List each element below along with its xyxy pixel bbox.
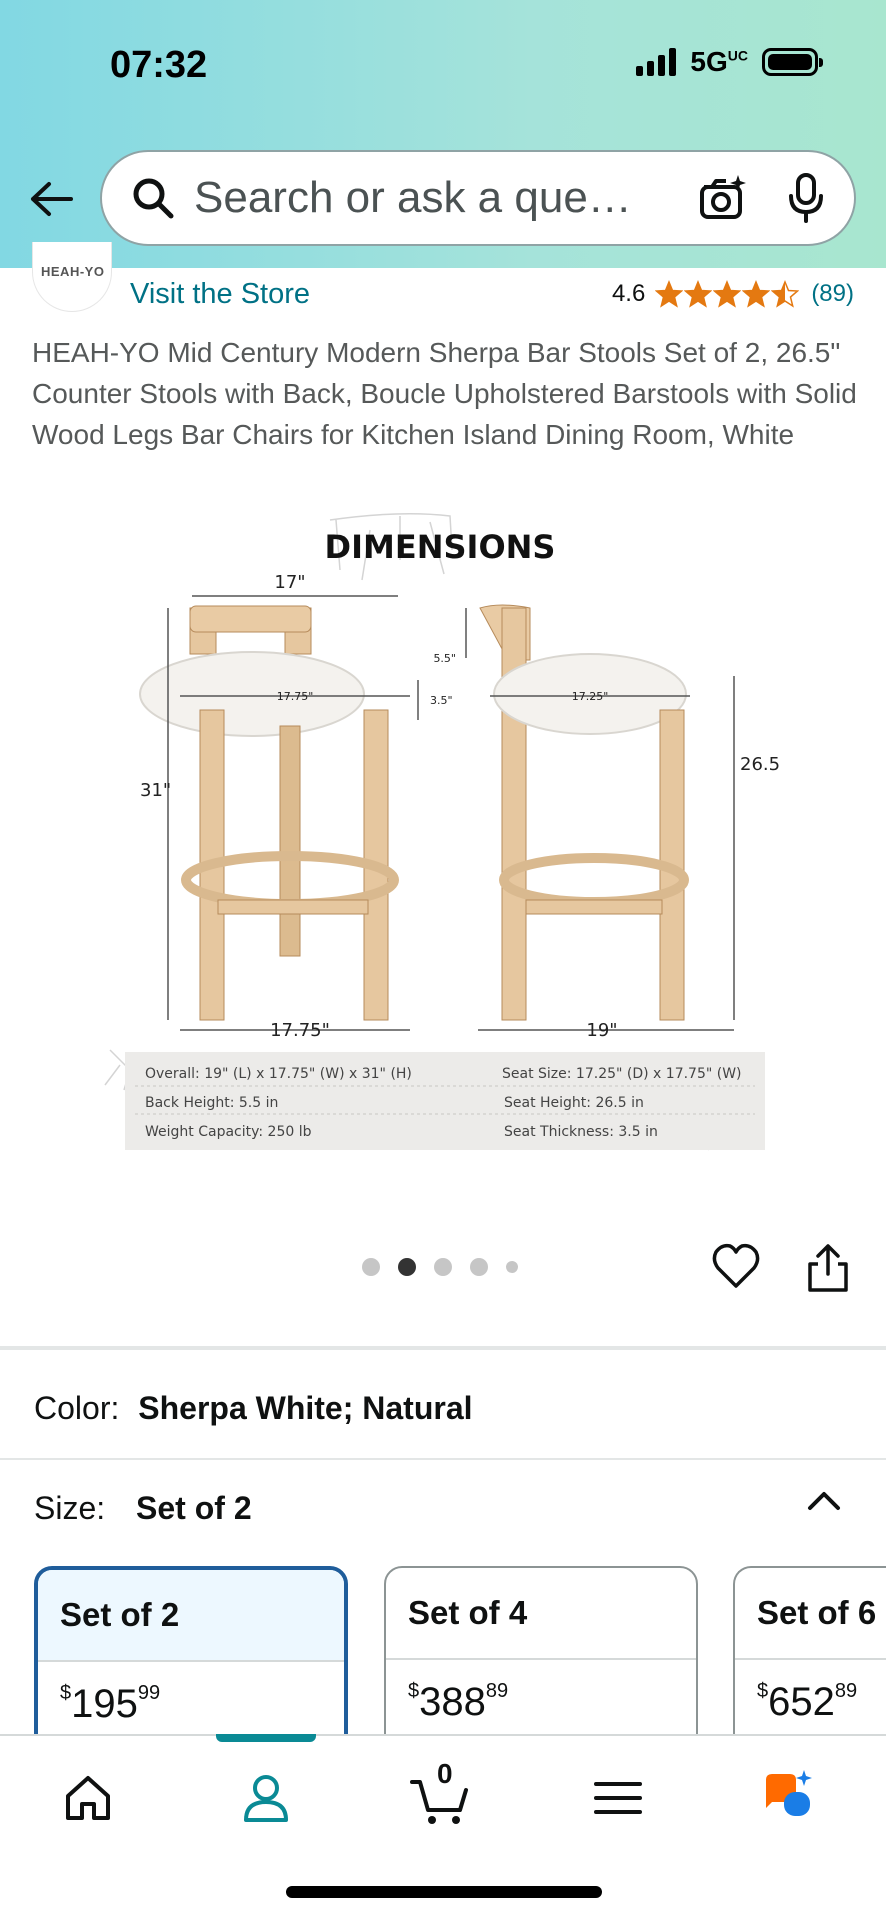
chevron-up-icon[interactable] [806,1486,842,1516]
menu-icon[interactable] [588,1768,648,1828]
carousel-dot[interactable] [506,1261,518,1273]
star-full-icon [655,280,684,308]
microphone-icon[interactable] [786,172,826,224]
star-half-icon [771,280,800,308]
store-logo-text: HEAH-YO [41,264,105,279]
signal-icon [636,48,677,76]
rating-value: 4.6 [611,280,646,307]
product-title: HEAH-YO Mid Century Modern Sherpa Bar St… [32,337,857,450]
home-icon[interactable] [58,1768,118,1828]
status-indicators: 5GUC [636,46,823,78]
profile-icon[interactable] [236,1768,296,1828]
size-option-label: Set of 4 [386,1568,696,1660]
product-image[interactable]: DIMENSIONS 17" 17.75" 3.5" 31" 17.75" 5.… [100,510,780,1170]
battery-icon [762,48,823,76]
size-value: Set of 2 [136,1490,252,1526]
dimensions-heading: DIMENSIONS [325,528,556,566]
side-base-width-label: 19" [586,1020,617,1041]
cart-count-badge: 0 [437,1758,453,1789]
heart-icon[interactable] [710,1240,762,1292]
size-label: Size: [34,1490,106,1526]
spec-seat-size: Seat Size: 17.25" (D) x 17.75" (W) [502,1066,742,1082]
rating-stars [655,280,800,308]
spec-overall: Overall: 19" (L) x 17.75" (W) x 31" (H) [145,1066,412,1082]
section-divider [0,1458,886,1460]
back-button[interactable] [26,174,76,224]
carousel-dots[interactable] [362,1258,518,1276]
side-seat-height-label: 26.5" [740,754,780,775]
front-stool-drawing [139,605,399,1021]
color-value: Sherpa White; Natural [138,1390,473,1426]
top-header: 07:32 5GUC Search or ask a que… [0,0,886,268]
arrow-left-icon [31,182,73,216]
search-input[interactable]: Search or ask a que… [194,173,678,223]
carousel-dot[interactable] [434,1258,452,1276]
color-label: Color: [34,1390,120,1426]
star-full-icon [684,280,713,308]
spec-weight-capacity: Weight Capacity: 250 lb [145,1124,312,1140]
network-label: 5GUC [690,46,748,77]
store-logo[interactable]: HEAH-YO [32,242,112,312]
size-option-price: $19599 [60,1682,161,1726]
size-option-price: $38889 [408,1680,509,1724]
star-full-icon [742,280,771,308]
front-seat-width-label: 17.75" [277,690,314,703]
camera-search-icon[interactable] [698,173,748,223]
share-icon[interactable] [802,1242,854,1294]
side-stool-drawing [479,604,689,1021]
home-indicator[interactable] [286,1886,602,1898]
color-selector: Color: Sherpa White; Natural [34,1390,473,1427]
star-full-icon [713,280,742,308]
spec-seat-thickness: Seat Thickness: 3.5 in [504,1124,658,1140]
carousel-dot-active[interactable] [398,1258,416,1276]
spec-seat-height: Seat Height: 26.5 in [504,1095,644,1111]
size-selector[interactable]: Size: Set of 2 [34,1490,252,1527]
front-height-label: 31" [140,780,171,801]
size-option-label: Set of 6 [735,1568,886,1660]
size-option-price: $65289 [757,1680,858,1724]
section-divider [0,1346,886,1350]
review-count-link[interactable]: (89) [811,280,854,308]
rufus-assistant-icon[interactable] [760,1768,820,1828]
visit-store-link[interactable]: Visit the Store [130,278,310,311]
active-tab-indicator [216,1734,316,1742]
spec-back-height: Back Height: 5.5 in [145,1095,278,1111]
status-time: 07:32 [110,44,208,86]
carousel-dot[interactable] [470,1258,488,1276]
size-option-label: Set of 2 [38,1570,344,1662]
side-back-height-label: 5.5" [433,652,456,665]
front-base-width-label: 17.75" [270,1020,330,1041]
search-icon [133,178,174,219]
rating-summary[interactable]: 4.6 (89) [612,280,854,308]
search-bar[interactable]: Search or ask a que… [100,150,856,246]
seat-thickness-label: 3.5" [430,694,453,707]
side-seat-depth-label: 17.25" [572,690,609,703]
front-top-width-label: 17" [274,572,305,593]
carousel-dot[interactable] [362,1258,380,1276]
